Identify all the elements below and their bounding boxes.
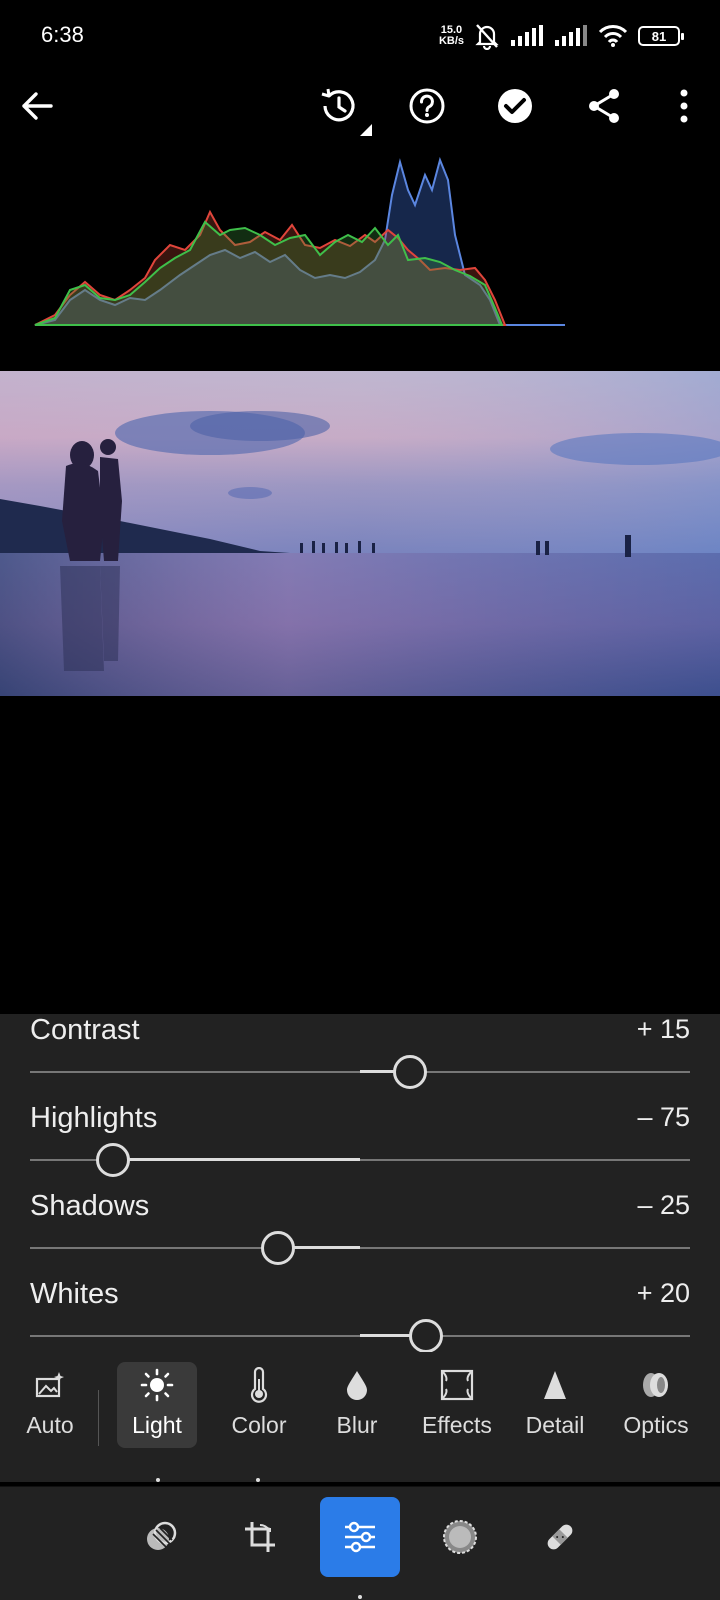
tool-light[interactable]: Light bbox=[117, 1362, 197, 1448]
sun-icon bbox=[140, 1362, 174, 1408]
slider-value[interactable]: – 25 bbox=[637, 1190, 690, 1221]
slider-shadows: Shadows – 25 bbox=[0, 1190, 720, 1278]
top-toolbar bbox=[0, 72, 720, 142]
battery-indicator: 81 bbox=[638, 26, 684, 46]
help-icon[interactable] bbox=[405, 84, 449, 128]
tool-auto[interactable]: Auto bbox=[12, 1362, 88, 1448]
tool-divider bbox=[98, 1390, 99, 1446]
tool-color[interactable]: Color bbox=[219, 1362, 299, 1448]
slider-label: Whites bbox=[30, 1278, 119, 1310]
back-arrow-icon[interactable] bbox=[15, 84, 59, 128]
drop-icon bbox=[345, 1362, 369, 1408]
photo-preview[interactable] bbox=[0, 371, 720, 696]
mute-bell-icon bbox=[475, 24, 499, 50]
signal-icon-2 bbox=[555, 25, 587, 46]
tool-label: Light bbox=[132, 1412, 182, 1438]
slider-label: Contrast bbox=[30, 1014, 140, 1046]
triangle-icon bbox=[542, 1362, 568, 1408]
tool-detail[interactable]: Detail bbox=[515, 1362, 595, 1448]
net-speed-unit: KB/s bbox=[438, 35, 464, 47]
edit-sliders-icon[interactable] bbox=[320, 1497, 400, 1577]
slider-label: Shadows bbox=[30, 1190, 150, 1222]
tool-effects[interactable]: Effects bbox=[414, 1362, 500, 1448]
vignette-icon bbox=[440, 1362, 474, 1408]
slider-highlights: Highlights – 75 bbox=[0, 1102, 720, 1190]
done-check-icon[interactable] bbox=[493, 84, 537, 128]
slider-thumb[interactable] bbox=[95, 1143, 130, 1177]
histogram bbox=[34, 156, 565, 326]
slider-thumb[interactable] bbox=[409, 1319, 443, 1352]
share-icon[interactable] bbox=[582, 84, 626, 128]
active-dot bbox=[358, 1595, 362, 1599]
slider-thumb[interactable] bbox=[392, 1055, 427, 1089]
signal-icon bbox=[511, 25, 543, 46]
slider-value[interactable]: + 15 bbox=[637, 1014, 690, 1045]
tool-label: Effects bbox=[422, 1412, 492, 1438]
masking-icon[interactable] bbox=[420, 1497, 500, 1577]
tool-label: Optics bbox=[623, 1412, 689, 1438]
slider-label: Highlights bbox=[30, 1102, 158, 1134]
lens-icon bbox=[640, 1362, 672, 1408]
tool-blur[interactable]: Blur bbox=[317, 1362, 397, 1448]
modified-dot bbox=[256, 1478, 260, 1482]
wifi-icon bbox=[598, 25, 628, 47]
tool-label: Auto bbox=[26, 1412, 74, 1438]
light-adjustment-panel: Contrast + 15 Highlights – 75 Shadows – … bbox=[0, 1014, 720, 1352]
slider-fill bbox=[112, 1158, 360, 1161]
status-time: 6:38 bbox=[41, 22, 84, 47]
history-dropdown-icon[interactable] bbox=[360, 124, 372, 136]
net-speed: 15.0 KB/s bbox=[439, 25, 464, 47]
status-bar: 6:38 15.0 KB/s 81 bbox=[0, 0, 720, 72]
crop-icon[interactable] bbox=[220, 1497, 300, 1577]
tool-label: Color bbox=[231, 1412, 287, 1438]
slider-value[interactable]: + 20 bbox=[637, 1278, 690, 1309]
slider-contrast: Contrast + 15 bbox=[0, 1014, 720, 1102]
tool-optics[interactable]: Optics bbox=[610, 1362, 702, 1448]
thermometer-icon bbox=[249, 1362, 269, 1408]
bottom-nav bbox=[0, 1486, 720, 1600]
slider-thumb[interactable] bbox=[260, 1231, 295, 1265]
auto-icon bbox=[35, 1362, 65, 1408]
slider-whites: Whites + 20 bbox=[0, 1278, 720, 1352]
selective-icon[interactable] bbox=[121, 1497, 201, 1577]
modified-dot bbox=[156, 1478, 160, 1482]
reflection bbox=[60, 566, 120, 671]
slider-track[interactable] bbox=[30, 1247, 690, 1249]
more-vertical-icon[interactable] bbox=[662, 84, 706, 128]
slider-value[interactable]: – 75 bbox=[637, 1102, 690, 1133]
tool-label: Detail bbox=[525, 1412, 585, 1438]
edit-category-bar: Auto Light Color Blur Effects Detail Opt… bbox=[0, 1352, 720, 1482]
status-icons: 15.0 KB/s 81 bbox=[439, 20, 684, 52]
tool-label: Blur bbox=[336, 1412, 378, 1438]
healing-icon[interactable] bbox=[520, 1497, 600, 1577]
history-icon[interactable] bbox=[316, 84, 360, 128]
